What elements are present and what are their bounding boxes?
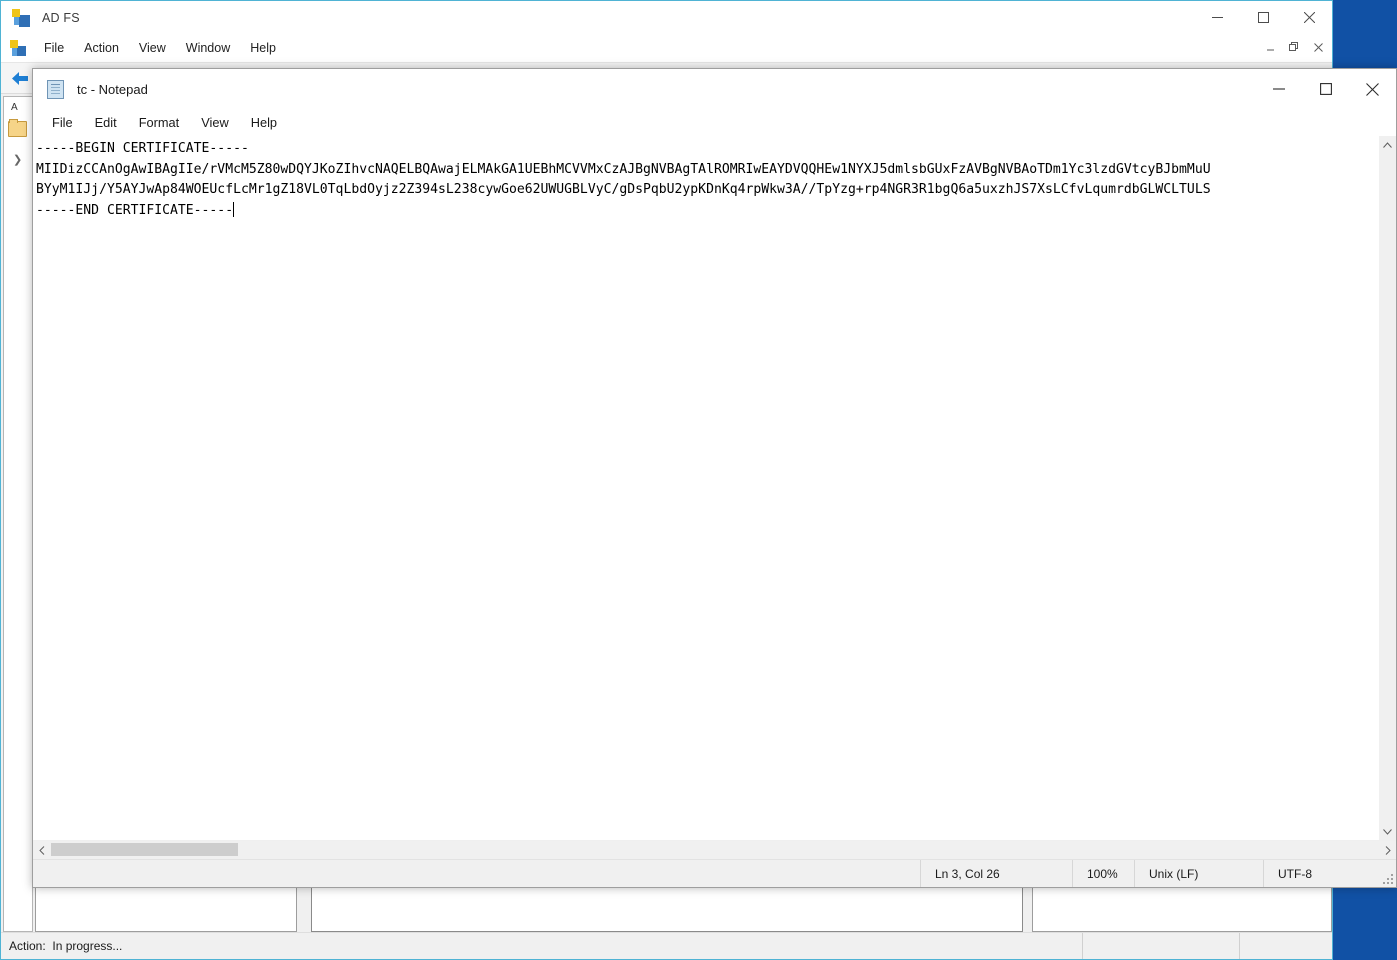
resize-grip-icon[interactable] (1379, 860, 1396, 887)
notepad-editor-area: -----BEGIN CERTIFICATE----- MIIDizCCAnOg… (33, 136, 1396, 840)
cursor-position-status: Ln 3, Col 26 (920, 860, 1072, 887)
adfs-minimize-button[interactable] (1194, 1, 1240, 34)
certificate-line-4-wrap: -----END CERTIFICATE----- (36, 201, 1378, 222)
menu-item-action[interactable]: Action (74, 38, 129, 58)
encoding-status[interactable]: UTF-8 (1263, 860, 1379, 887)
notepad-minimize-button[interactable] (1255, 69, 1302, 109)
adfs-menu-items: File Action View Window Help (34, 38, 286, 58)
certificate-line-3: BYyM1IJj/Y5AYJwAp84WOEUcfLcMr1gZ18VL0TqL… (36, 182, 1211, 197)
adfs-menu-bar: File Action View Window Help (1, 34, 1332, 63)
status-divider-1 (1082, 933, 1083, 959)
mdi-close-button[interactable] (1306, 36, 1330, 58)
adfs-action-status: Action: In progress... (9, 939, 123, 953)
adfs-window-title: AD FS (42, 10, 80, 25)
notepad-title-bar[interactable]: tc - Notepad (33, 69, 1396, 109)
scroll-up-arrow-icon[interactable] (1379, 136, 1396, 153)
notepad-menu-edit[interactable]: Edit (84, 112, 128, 133)
adfs-console-icon (10, 40, 26, 56)
mdi-child-window-controls (1258, 36, 1330, 58)
notepad-menu-bar: File Edit Format View Help (33, 109, 1396, 136)
adfs-status-bar: Action: In progress... (1, 932, 1332, 959)
certificate-line-4: -----END CERTIFICATE----- (36, 202, 234, 218)
adfs-title-bar[interactable]: AD FS (1, 1, 1332, 34)
zoom-level-status[interactable]: 100% (1072, 860, 1134, 887)
folder-icon (8, 119, 27, 137)
certificate-line-2: MIIDizCCAnOgAwIBAgIIe/rVMcM5Z80wDQYJKoZI… (36, 161, 1211, 177)
adfs-close-button[interactable] (1286, 1, 1332, 34)
notepad-icon (47, 79, 64, 99)
notepad-status-bar: Ln 3, Col 26 100% Unix (LF) UTF-8 (33, 859, 1396, 887)
hscroll-track[interactable] (50, 841, 1379, 859)
notepad-horizontal-scrollbar[interactable] (33, 840, 1396, 859)
menu-item-view[interactable]: View (129, 38, 176, 58)
notepad-text-area[interactable]: -----BEGIN CERTIFICATE----- MIIDizCCAnOg… (33, 136, 1378, 840)
notepad-window: tc - Notepad File Edit Format View Help (32, 68, 1397, 888)
mdi-restore-button[interactable] (1282, 36, 1306, 58)
mdi-minimize-button[interactable] (1258, 36, 1282, 58)
notepad-window-controls (1255, 69, 1396, 109)
notepad-menu-help[interactable]: Help (240, 112, 288, 133)
back-arrow-icon[interactable] (7, 66, 33, 90)
menu-item-file[interactable]: File (34, 38, 74, 58)
status-divider-2 (1239, 933, 1240, 959)
notepad-menu-file[interactable]: File (41, 112, 84, 133)
notepad-close-button[interactable] (1349, 69, 1396, 109)
adfs-maximize-button[interactable] (1240, 1, 1286, 34)
text-caret (233, 201, 235, 217)
menu-item-help[interactable]: Help (240, 38, 286, 58)
scroll-right-arrow-icon[interactable] (1379, 841, 1396, 859)
adfs-icon (12, 8, 30, 27)
certificate-line-1: -----BEGIN CERTIFICATE----- (36, 141, 249, 156)
tree-root-label: A (11, 102, 18, 113)
chevron-right-icon[interactable]: ❯ (13, 153, 22, 166)
scroll-down-arrow-icon[interactable] (1379, 823, 1396, 840)
notepad-maximize-button[interactable] (1302, 69, 1349, 109)
notepad-vertical-scrollbar[interactable] (1378, 136, 1396, 840)
hscroll-thumb[interactable] (51, 843, 238, 856)
screen-root: AD FS File Action View Window Help A ❯ A… (0, 0, 1397, 960)
notepad-menu-view[interactable]: View (190, 112, 240, 133)
adfs-console-tree[interactable]: A ❯ (3, 96, 33, 932)
scroll-left-arrow-icon[interactable] (33, 841, 50, 859)
notepad-window-title: tc - Notepad (77, 81, 148, 97)
line-ending-status[interactable]: Unix (LF) (1134, 860, 1263, 887)
adfs-window-controls (1194, 1, 1332, 34)
menu-item-window[interactable]: Window (176, 38, 240, 58)
status-spacer (33, 860, 920, 887)
notepad-menu-format[interactable]: Format (128, 112, 191, 133)
